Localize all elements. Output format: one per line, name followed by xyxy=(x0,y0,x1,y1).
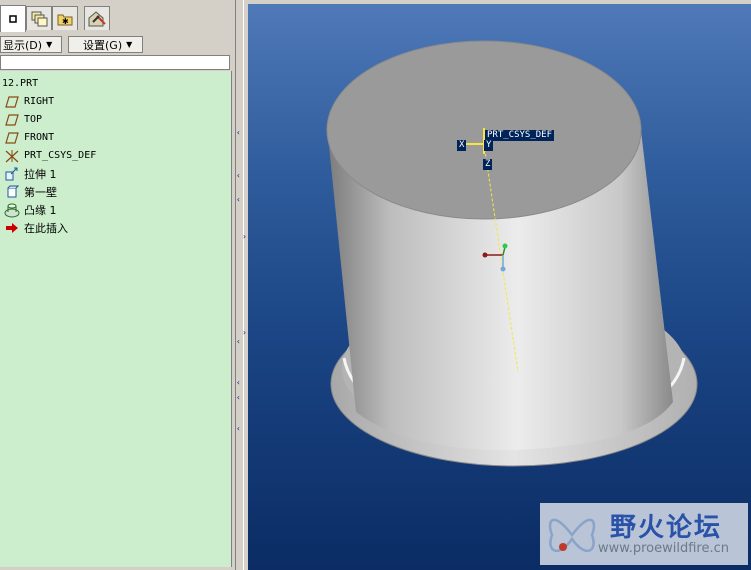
tree-item-top[interactable]: TOP xyxy=(4,111,42,128)
collapse-arrow-icon[interactable]: ‹ xyxy=(236,394,244,402)
sash-divider xyxy=(235,0,236,570)
tree-item-label: 第一壁 xyxy=(24,185,57,199)
tree-item-csys[interactable]: PRT_CSYS_DEF xyxy=(4,147,96,164)
axis-y-label: Y xyxy=(484,140,494,151)
coordinate-system-icon xyxy=(4,148,20,164)
axis-z-label: Z xyxy=(483,159,493,170)
tree-item-first-wall[interactable]: 第一壁 xyxy=(4,183,57,200)
svg-text:✱: ✱ xyxy=(62,17,69,26)
tree-root-label: 12.PRT xyxy=(2,78,39,89)
chevron-down-icon: ▼ xyxy=(126,40,133,49)
datum-plane-icon xyxy=(4,112,20,128)
favorites-icon xyxy=(87,10,107,28)
extrude-icon xyxy=(4,166,20,182)
model-tree: 12.PRT RIGHT TOP FRONT PRT_CSYS_DEF 拉伸 1… xyxy=(0,71,232,567)
navigator-tabs: ✱ xyxy=(0,5,233,32)
watermark-url: www.proewildfire.cn xyxy=(598,541,729,556)
tab-favorites[interactable] xyxy=(84,6,110,30)
collapse-arrow-icon[interactable]: ‹ xyxy=(236,129,244,137)
model-navigator: ✱ 显示(D) ▼ 设置(G) ▼ 12.PRT RIGHT TOP FRONT… xyxy=(0,0,233,570)
datum-plane-icon xyxy=(4,94,20,110)
collapse-arrow-icon[interactable]: ‹ xyxy=(236,425,244,433)
graphics-window[interactable]: PRT_CSYS_DEF X Y Z xyxy=(248,4,751,570)
collapse-arrow-icon[interactable]: ‹ xyxy=(236,338,244,346)
folder-browser-icon: ✱ xyxy=(56,10,74,28)
model-render xyxy=(326,40,698,467)
collapse-arrow-icon[interactable]: ‹ xyxy=(236,172,244,180)
tree-item-label: 在此插入 xyxy=(24,221,68,235)
datum-plane-icon xyxy=(4,130,20,146)
watermark-title: 野火论坛 xyxy=(610,513,723,543)
tree-item-right[interactable]: RIGHT xyxy=(4,93,54,110)
navigator-sash[interactable]: ‹ ‹ ‹ › › ‹ ‹ ‹ ‹ xyxy=(233,0,247,570)
tab-model-tree[interactable] xyxy=(0,5,26,32)
tab-folder-browser[interactable]: ✱ xyxy=(52,6,78,30)
sash-divider xyxy=(243,0,244,570)
collapse-arrow-icon[interactable]: ‹ xyxy=(236,196,244,204)
display-menu-label: 显示(D) xyxy=(3,38,43,52)
tree-item-label: RIGHT xyxy=(24,96,55,107)
first-wall-icon xyxy=(4,184,20,200)
settings-menu-button[interactable]: 设置(G) ▼ xyxy=(68,36,143,53)
tree-item-label: 凸缘 1 xyxy=(24,203,57,217)
tree-root[interactable]: 12.PRT xyxy=(0,75,38,92)
forum-watermark: 野火论坛 www.proewildfire.cn xyxy=(540,503,748,565)
tree-item-extrude[interactable]: 拉伸 1 xyxy=(4,165,57,182)
csys-name-label[interactable]: PRT_CSYS_DEF xyxy=(485,130,555,141)
flange-icon xyxy=(4,202,20,218)
tree-item-flange[interactable]: 凸缘 1 xyxy=(4,201,57,218)
tree-item-front[interactable]: FRONT xyxy=(4,129,54,146)
tree-item-label: 拉伸 1 xyxy=(24,167,57,181)
tree-item-label: PRT_CSYS_DEF xyxy=(24,150,97,161)
insert-here-arrow-icon xyxy=(4,220,20,236)
tree-filter-input[interactable] xyxy=(0,55,230,70)
tab-layers[interactable] xyxy=(26,6,52,30)
model-tree-icon xyxy=(7,13,19,25)
chevron-down-icon: ▼ xyxy=(46,40,53,49)
tree-item-label: TOP xyxy=(24,114,43,125)
collapse-arrow-icon[interactable]: ‹ xyxy=(236,379,244,387)
tree-item-label: FRONT xyxy=(24,132,55,143)
layers-icon xyxy=(30,10,48,28)
display-menu-button[interactable]: 显示(D) ▼ xyxy=(0,36,62,53)
tree-item-insert-here[interactable]: 在此插入 xyxy=(4,219,68,236)
navigator-menubar: 显示(D) ▼ 设置(G) ▼ xyxy=(0,34,232,54)
settings-menu-label: 设置(G) xyxy=(83,38,123,52)
axis-x-label: X xyxy=(457,140,467,151)
butterfly-logo-icon xyxy=(548,518,596,552)
